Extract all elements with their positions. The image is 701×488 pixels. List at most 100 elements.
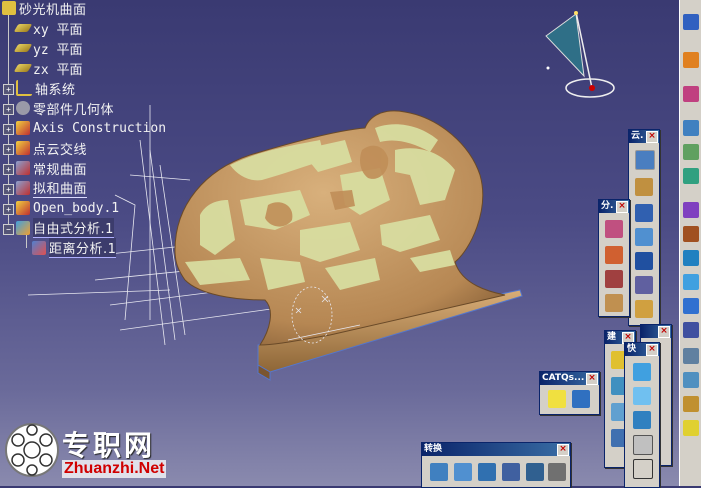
close-icon[interactable]: × xyxy=(557,444,569,456)
toolbar-title: 快 xyxy=(627,344,637,354)
gear-icon xyxy=(16,101,30,115)
toolbar-cloud[interactable]: 云. × xyxy=(628,129,660,326)
convert-curve-icon[interactable] xyxy=(454,463,472,481)
tree-item-part-body[interactable]: 零部件几何体 xyxy=(16,99,115,118)
convert-fragment-icon[interactable] xyxy=(548,463,566,481)
toolbar-title: 建 xyxy=(607,332,617,342)
cube-blue-icon[interactable] xyxy=(633,363,651,381)
tree-root-label: 砂光机曲面 xyxy=(19,2,87,18)
arc-icon[interactable] xyxy=(683,202,699,218)
tree-item-label: 零部件几何体 xyxy=(33,102,115,118)
points-icon[interactable] xyxy=(683,348,699,364)
toolbar-quick[interactable]: 快 × xyxy=(624,342,660,488)
cloud-bend-icon[interactable] xyxy=(635,300,653,318)
sketch-icon[interactable] xyxy=(683,86,699,102)
close-icon[interactable]: × xyxy=(586,373,598,385)
cloud-line-icon[interactable] xyxy=(635,252,653,270)
distance-analysis-icon xyxy=(32,241,46,255)
convert-concat-icon[interactable] xyxy=(526,463,544,481)
convert-wizard-icon[interactable] xyxy=(430,463,448,481)
convert-surface-icon[interactable] xyxy=(478,463,496,481)
plane-icon xyxy=(13,64,33,72)
tree-item-label: 常规曲面 xyxy=(33,162,88,178)
toolbar-title: 云. xyxy=(631,131,644,141)
surface-icon[interactable] xyxy=(683,144,699,160)
close-icon[interactable]: × xyxy=(616,201,628,213)
tree-item-label: 自由式分析.1 xyxy=(33,218,114,238)
geometrical-set-icon xyxy=(16,121,30,135)
pointer-icon[interactable] xyxy=(683,52,699,68)
folder-icon[interactable] xyxy=(683,420,699,436)
expand-icon[interactable]: + xyxy=(3,124,14,135)
expand-icon[interactable]: + xyxy=(3,204,14,215)
tree-item-regular-surface[interactable]: 常规曲面 xyxy=(16,159,88,178)
cube-outline-icon[interactable] xyxy=(633,435,653,455)
compass-icon[interactable] xyxy=(545,11,615,98)
curve-icon[interactable] xyxy=(683,120,699,136)
toolbar-convert[interactable]: 转换 × xyxy=(421,442,571,488)
expand-icon[interactable]: + xyxy=(3,164,14,175)
tree-item-fitted-surface[interactable]: 拟和曲面 xyxy=(16,178,88,198)
tree-item-label: 距离分析.1 xyxy=(49,238,117,258)
bookmark-icon[interactable] xyxy=(548,390,566,408)
expand-icon[interactable]: + xyxy=(3,84,14,95)
cube-wire-icon[interactable] xyxy=(633,411,651,429)
spline-icon[interactable] xyxy=(683,226,699,242)
cloud-arc-icon[interactable] xyxy=(635,276,653,294)
porcupine-icon[interactable] xyxy=(605,270,623,288)
tree-item-xy-plane[interactable]: xy 平面 xyxy=(13,19,82,38)
tree-item-yz-plane[interactable]: yz 平面 xyxy=(13,39,82,58)
select-tool-icon[interactable] xyxy=(683,14,699,30)
cloud-edit-icon[interactable] xyxy=(635,178,653,196)
tree-item-axis-system[interactable]: 轴系统 xyxy=(16,79,76,98)
analysis-tool-icon[interactable] xyxy=(683,168,699,184)
distance-icon[interactable] xyxy=(605,246,623,264)
tree-item-label: 轴系统 xyxy=(35,82,76,98)
toolbar-analysis[interactable]: 分. × xyxy=(598,199,630,317)
watermark-logo xyxy=(5,423,59,477)
collapse-icon[interactable]: − xyxy=(3,224,14,235)
convert-split-icon[interactable] xyxy=(502,463,520,481)
cube-light-icon[interactable] xyxy=(633,387,651,405)
tree-item-axis-construction[interactable]: Axis Construction xyxy=(16,119,166,137)
corner-icon[interactable] xyxy=(683,396,699,412)
offset-icon[interactable] xyxy=(683,298,699,314)
fill-icon[interactable] xyxy=(683,274,699,290)
cloud-curve-icon[interactable] xyxy=(635,228,653,246)
tree-item-cloud-section[interactable]: 点云交线 xyxy=(16,139,87,158)
specification-tree: 砂光机曲面 xy 平面 yz 平面 zx 平面 + 轴系统 + 零部件几何体 +… xyxy=(0,0,200,260)
watermark-en: Zhuanzhi.Net xyxy=(62,460,167,478)
surface-set-icon xyxy=(16,161,30,175)
tree-root[interactable]: 砂光机曲面 xyxy=(2,0,87,18)
axis-system-icon xyxy=(16,80,32,96)
geometrical-set-icon xyxy=(16,201,30,215)
tree-item-freestyle-analysis[interactable]: 自由式分析.1 xyxy=(16,218,114,238)
tree-item-distance-analysis[interactable]: 距离分析.1 xyxy=(32,238,117,258)
extract-icon[interactable] xyxy=(683,322,699,338)
tree-item-open-body[interactable]: Open_body.1 xyxy=(16,199,119,217)
cube-edge-icon[interactable] xyxy=(633,459,653,479)
close-icon[interactable]: × xyxy=(658,326,670,338)
geometrical-set-icon xyxy=(16,141,30,155)
expand-icon[interactable]: + xyxy=(3,144,14,155)
project-icon[interactable] xyxy=(683,372,699,388)
tree-item-label: 拟和曲面 xyxy=(33,178,88,198)
close-icon[interactable]: × xyxy=(646,131,658,143)
sketch-tool-icon[interactable] xyxy=(572,390,590,408)
blend-icon[interactable] xyxy=(683,250,699,266)
tree-item-zx-plane[interactable]: zx 平面 xyxy=(13,59,83,78)
3d-viewport[interactable]: 砂光机曲面 xy 平面 yz 平面 zx 平面 + 轴系统 + 零部件几何体 +… xyxy=(0,0,701,488)
tree-item-label: zx 平面 xyxy=(33,62,83,78)
close-icon[interactable]: × xyxy=(646,344,658,356)
draft-icon[interactable] xyxy=(605,294,623,312)
cloud-section-icon[interactable] xyxy=(635,204,653,222)
cloud-import-icon[interactable] xyxy=(635,150,655,170)
plane-icon xyxy=(13,44,33,52)
expand-icon[interactable]: + xyxy=(3,104,14,115)
expand-icon[interactable]: + xyxy=(3,184,14,195)
toolbar-title: CATQs... xyxy=(542,373,585,383)
toolbar-catqs[interactable]: CATQs... × xyxy=(539,371,600,415)
tree-item-label: Axis Construction xyxy=(33,120,167,136)
curvature-icon[interactable] xyxy=(605,220,623,238)
toolbar-title: 转换 xyxy=(424,444,443,454)
